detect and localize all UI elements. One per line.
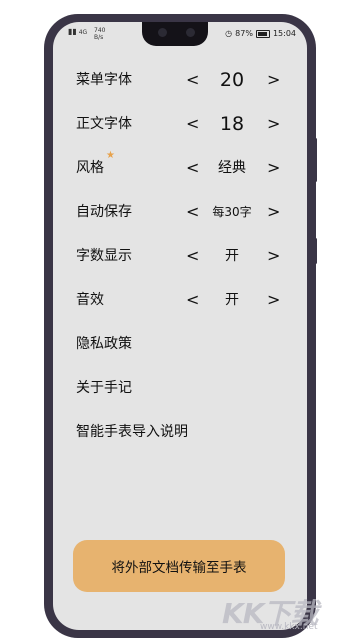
link-label: 隐私政策 [76,336,132,352]
status-bar-right: ◷ 87% 15:04 [225,29,296,38]
increase-arrow-button[interactable]: > [267,156,280,180]
increase-arrow-button[interactable]: > [267,288,280,312]
network-type: 4G [78,29,88,36]
setting-value: 20 [219,69,245,91]
setting-label: 字数显示 [76,248,132,264]
setting-value: 经典 [218,160,246,176]
setting-row-autosave: 自动保存 < 每30字 > [0,200,360,224]
front-camera-icon [158,28,167,37]
transfer-to-watch-button[interactable]: 将外部文档传输至手表 [73,540,285,592]
setting-value: 18 [219,113,245,135]
increase-arrow-button[interactable]: > [267,244,280,268]
decrease-arrow-button[interactable]: < [186,288,199,312]
setting-row-body-font: 正文字体 < 18 > [0,112,360,136]
battery-percent: 87% [235,29,253,38]
decrease-arrow-button[interactable]: < [186,156,199,180]
setting-value: 开 [225,292,239,308]
setting-label: 菜单字体 [76,72,132,88]
setting-label: 音效 [76,292,104,308]
camera-notch [142,22,208,46]
link-label: 智能手表导入说明 [76,424,188,440]
battery-fill [257,31,267,36]
watch-import-guide-link[interactable]: 智能手表导入说明 [0,420,360,444]
front-sensor-icon [186,28,195,37]
privacy-policy-link[interactable]: 隐私政策 [0,332,360,356]
status-bar-left: ▮▮ 4G 740 B/s [68,27,105,41]
net-speed-unit: B/s [94,34,104,41]
signal-icon: ▮▮ [68,27,77,36]
setting-row-sound: 音效 < 开 > [0,288,360,312]
setting-row-menu-font: 菜单字体 < 20 > [0,68,360,92]
clock: 15:04 [272,29,296,38]
setting-value: 开 [225,248,239,264]
net-speed-value: 740 [94,27,106,34]
setting-label: 风格 [76,160,104,176]
increase-arrow-button[interactable]: > [267,68,280,92]
decrease-arrow-button[interactable]: < [186,112,199,136]
battery-icon [255,29,270,38]
about-link[interactable]: 关于手记 [0,376,360,400]
watermark: KK下载 www.kkx.net [222,592,318,632]
decrease-arrow-button[interactable]: < [186,244,199,268]
increase-arrow-button[interactable]: > [267,200,280,224]
decrease-arrow-button[interactable]: < [186,68,199,92]
setting-row-style: 风格 ★ < 经典 > [0,150,360,180]
alarm-icon: ◷ [225,29,233,38]
setting-label: 自动保存 [76,204,132,220]
decrease-arrow-button[interactable]: < [186,200,199,224]
increase-arrow-button[interactable]: > [267,112,280,136]
setting-row-word-count: 字数显示 < 开 > [0,244,360,268]
watermark-url: www.kkx.net [260,622,318,632]
link-label: 关于手记 [76,380,132,396]
setting-label: 正文字体 [76,116,132,132]
setting-value: 每30字 [212,205,252,219]
star-icon: ★ [106,150,115,161]
